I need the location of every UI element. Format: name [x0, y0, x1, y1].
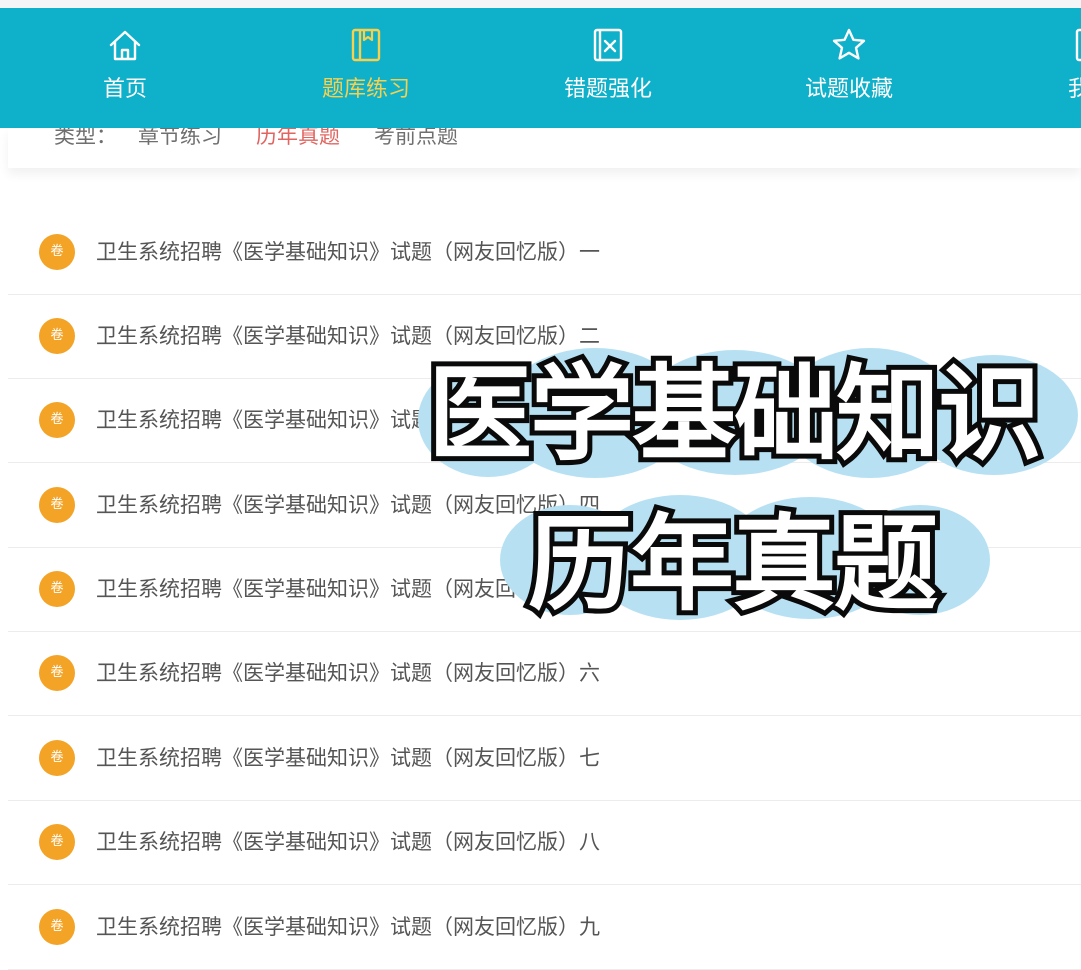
list-item[interactable]: 卷 卫生系统招聘《医学基础知识》试题（网友回忆版）九	[8, 885, 1081, 970]
nav-item-favorites[interactable]: 试题收藏	[749, 8, 949, 128]
status-strip	[0, 0, 1081, 8]
list-item[interactable]: 卷 卫生系统招聘《医学基础知识》试题（网友回忆版）五	[8, 547, 1081, 632]
filter-option-pre-exam-tips[interactable]: 考前点题	[374, 128, 458, 150]
list-item-title: 卫生系统招聘《医学基础知识》试题（网友回忆版）六	[96, 661, 600, 685]
filter-label: 类型：	[54, 128, 117, 148]
list-item-title: 卫生系统招聘《医学基础知识》试题（网友回忆版）一	[96, 240, 600, 264]
nav-label-favorites: 试题收藏	[804, 77, 893, 102]
book-icon	[351, 28, 381, 62]
paper-badge-icon: 卷	[39, 909, 75, 945]
list-item[interactable]: 卷 卫生系统招聘《医学基础知识》试题（网友回忆版）七	[8, 716, 1081, 801]
paper-badge-icon: 卷	[39, 234, 75, 270]
filter-option-past-exams[interactable]: 历年真题	[256, 128, 340, 150]
nav-item-question-bank[interactable]: 题库练习	[266, 8, 466, 128]
type-filter-bar: 类型： 章节练习 历年真题 考前点题	[8, 128, 1081, 168]
list-item[interactable]: 卷 卫生系统招聘《医学基础知识》试题（网友回忆版）八	[8, 800, 1081, 885]
paper-badge-icon: 卷	[39, 402, 75, 438]
paper-badge-icon: 卷	[39, 655, 75, 691]
nav-label-wrong-questions: 错题强化	[563, 77, 652, 102]
list-item[interactable]: 卷 卫生系统招聘《医学基础知识》试题（网友回忆版）六	[8, 631, 1081, 716]
nav-label-home: 首页	[102, 77, 147, 102]
list-item[interactable]: 卷 卫生系统招聘《医学基础知识》试题（网友回忆版）二	[8, 294, 1081, 379]
list-item[interactable]: 卷 卫生系统招聘《医学基础知识》试题（网友回忆版）三	[8, 378, 1081, 463]
list-item-title: 卫生系统招聘《医学基础知识》试题（网友回忆版）三	[96, 408, 600, 432]
paper-badge-icon: 卷	[39, 740, 75, 776]
list-item-title: 卫生系统招聘《医学基础知识》试题（网友回忆版）九	[96, 915, 600, 939]
list-item[interactable]: 卷 卫生系统招聘《医学基础知识》试题（网友回忆版）一	[8, 210, 1081, 295]
filter-option-chapter-practice[interactable]: 章节练习	[138, 128, 222, 150]
list-item-title: 卫生系统招聘《医学基础知识》试题（网友回忆版）二	[96, 324, 600, 348]
paper-badge-icon: 卷	[39, 318, 75, 354]
nav-item-wrong-questions[interactable]: 错题强化	[508, 8, 708, 128]
paper-badge-icon: 卷	[39, 487, 75, 523]
list-item-title: 卫生系统招聘《医学基础知识》试题（网友回忆版）五	[96, 577, 600, 601]
paper-badge-icon: 卷	[39, 571, 75, 607]
list-item-title: 卫生系统招聘《医学基础知识》试题（网友回忆版）四	[96, 493, 600, 517]
nav-label-mine: 我的	[1067, 77, 1081, 102]
home-icon	[109, 30, 141, 61]
nav-item-mine[interactable]: 我的	[990, 8, 1081, 128]
list-item-title: 卫生系统招聘《医学基础知识》试题（网友回忆版）七	[96, 746, 600, 770]
list-item[interactable]: 卷 卫生系统招聘《医学基础知识》试题（网友回忆版）四	[8, 463, 1081, 548]
paper-badge-icon: 卷	[39, 824, 75, 860]
top-navigation: 首页 题库练习 错题强化 试题收藏 我的	[0, 8, 1081, 128]
user-icon	[1075, 28, 1081, 62]
nav-item-home[interactable]: 首页	[25, 8, 225, 128]
nav-label-question-bank: 题库练习	[321, 77, 410, 102]
wrong-question-icon	[593, 28, 623, 62]
list-item-title: 卫生系统招聘《医学基础知识》试题（网友回忆版）八	[96, 830, 600, 854]
star-icon	[832, 28, 866, 60]
